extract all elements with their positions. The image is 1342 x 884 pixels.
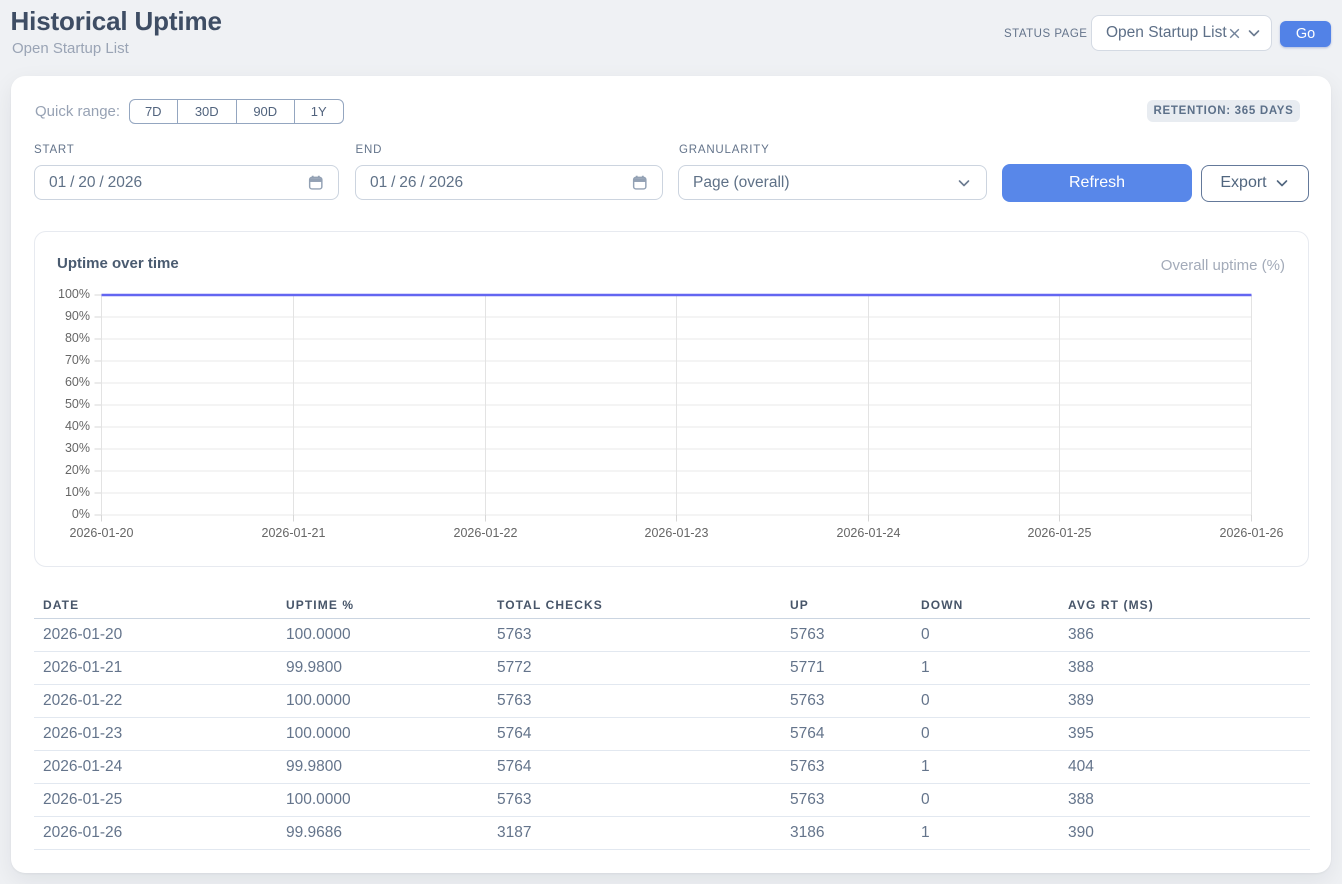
svg-text:90%: 90% — [65, 309, 90, 323]
svg-text:2026-01-25: 2026-01-25 — [1028, 526, 1092, 540]
svg-text:2026-01-24: 2026-01-24 — [837, 526, 901, 540]
svg-text:2026-01-26: 2026-01-26 — [1220, 526, 1284, 540]
svg-text:80%: 80% — [65, 331, 90, 345]
svg-text:70%: 70% — [65, 353, 90, 367]
svg-text:40%: 40% — [65, 419, 90, 433]
svg-text:0%: 0% — [72, 507, 90, 521]
svg-text:2026-01-23: 2026-01-23 — [645, 526, 709, 540]
svg-text:100%: 100% — [58, 287, 90, 301]
svg-text:30%: 30% — [65, 441, 90, 455]
svg-text:2026-01-20: 2026-01-20 — [70, 526, 134, 540]
svg-text:2026-01-21: 2026-01-21 — [262, 526, 326, 540]
svg-text:50%: 50% — [65, 397, 90, 411]
svg-text:10%: 10% — [65, 485, 90, 499]
svg-text:2026-01-22: 2026-01-22 — [454, 526, 518, 540]
svg-text:60%: 60% — [65, 375, 90, 389]
svg-text:20%: 20% — [65, 463, 90, 477]
